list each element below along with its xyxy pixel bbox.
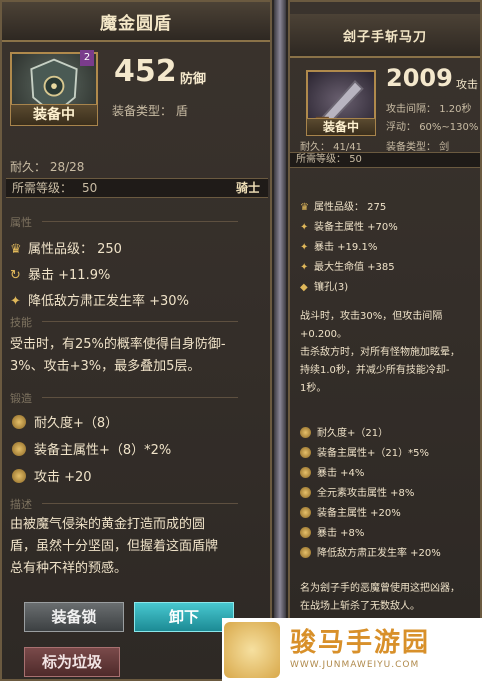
watermark-title: 骏马手游园 [290,628,431,658]
item-main-unit: 攻击 [456,78,478,91]
refine-item: 全元素攻击属性 +8% [300,484,414,499]
star-icon: ✦ [300,262,309,273]
refine-item: 耐久度+（21） [300,424,388,439]
attr-rebellion: ✦ 降低敌方肃正发生率 +30% [10,294,189,309]
refine-item: 暴击 +8% [300,524,364,539]
attr-crit: ↻ 暴击 +11.9% [10,268,111,283]
attr-item: ◆ 镶孔(3) [300,282,349,293]
item-main-unit: 防御 [180,72,207,87]
section-divider [42,503,238,504]
item-title: 魔金圆盾 [100,13,172,34]
item-level-badge: 2 [80,50,94,66]
section-skill-title: 技能 [10,316,32,329]
refine-gem-icon [300,487,311,498]
refine-item: 装备主属性+（21）*5% [300,444,429,459]
refine-gem-icon [300,467,311,478]
level-requirement: 所需等级： 50 骑士 [6,178,268,198]
item-header: 2 装备中 452 防御 装备类型： 盾 [2,42,270,134]
refine-gem-icon [300,427,311,438]
req-value: 50 [82,181,98,195]
item-type: 装备类型： 盾 [112,104,188,118]
skill-description: 受击时，有25%的概率使得自身防御- 3%、攻击+3%，最多叠加5层。 [10,337,226,374]
socket-icon: ◆ [300,282,308,293]
refine-gem-icon [300,447,311,458]
star-icon: ✦ [300,222,309,233]
durability: 耐久： 41/41 [300,142,362,153]
section-attr-title: 属性 [10,216,32,229]
refine-gem-icon [12,469,26,483]
req-class: 骑士 [235,181,260,195]
attr-item: ✦ 暴击 +19.1% [300,242,378,253]
refine-gem-icon [12,442,26,456]
refine-item: 耐久度+（8） [12,412,118,431]
equipped-badge: 装备中 [306,118,376,136]
refine-gem-icon [300,527,311,538]
item-title: 刽子手斩马刀 [342,29,427,45]
item-title-bar: 魔金圆盾 [2,2,270,42]
equipped-badge: 装备中 [10,104,98,126]
item-detail-panel-right: 刽子手斩马刀 装备中 2009 攻击 攻击间隔： 1.20秒 浮动： 60%~1… [288,0,482,621]
section-divider [42,221,238,222]
star-icon: ✦ [300,242,309,253]
refine-item: 攻击 +20 [12,466,92,485]
star-icon: ✦ [10,294,21,309]
section-lore-title: 描述 [10,498,32,511]
level-requirement: 所需等级： 50 [290,152,480,168]
quality-icon: ♛ [300,202,309,213]
attr-quality: ♛ 属性品级： 250 [10,242,122,257]
item-title-bar: 刽子手斩马刀 [290,14,480,58]
mark-trash-button[interactable]: 标为垃圾 [24,647,120,677]
horse-logo-icon [224,622,280,678]
crit-icon: ↻ [10,268,21,283]
item-main-value: 2009 [386,64,453,92]
lore-description: 名为刽子手的恶魔曾使用这把凶器， 在战场上斩杀了无数敌人。 [300,583,460,612]
panel-divider [274,0,286,681]
watermark-url: WWW.JUNMAWEIYU.COM [290,660,420,670]
durability: 耐久： 28/28 [10,160,85,174]
attack-interval: 攻击间隔： 1.20秒 [386,104,472,115]
site-watermark: 骏马手游园 WWW.JUNMAWEIYU.COM [222,618,482,681]
section-refine-title: 锻造 [10,392,32,405]
refine-item: 暴击 +4% [300,464,364,479]
refine-gem-icon [12,415,26,429]
attr-item: ♛ 属性品级： 275 [300,202,387,213]
refine-gem-icon [300,547,311,558]
item-type: 装备类型： 剑 [386,142,450,153]
skill-description: 战斗时，攻击30%，但攻击间隔 +0.200。 击杀敌方时，对所有怪物施加眩晕，… [300,311,460,394]
attr-item: ✦ 最大生命值 +385 [300,262,395,273]
refine-item: 装备主属性+（8）*2% [12,439,171,458]
attr-item: ✦ 装备主属性 +70% [300,222,398,233]
refine-gem-icon [300,507,311,518]
refine-item: 降低敌方肃正发生率 +20% [300,544,441,559]
item-detail-panel-left: 魔金圆盾 2 装备中 452 防御 装备类型： 盾 耐久： 28/28 所需等级… [0,0,272,681]
section-divider [42,397,238,398]
lore-description: 由被魔气侵染的黄金打造而成的圆 盾，虽然十分坚固，但握着这面盾牌 总有种不祥的预… [10,517,219,576]
quality-icon: ♛ [10,242,22,257]
unequip-button[interactable]: 卸下 [134,602,234,632]
float-range: 浮动： 60%~130% [386,122,479,133]
section-divider [42,321,238,322]
req-label: 所需等级： [12,181,73,195]
equip-lock-button[interactable]: 装备锁 [24,602,124,632]
item-main-value: 452 [114,54,177,89]
refine-item: 装备主属性 +20% [300,504,401,519]
